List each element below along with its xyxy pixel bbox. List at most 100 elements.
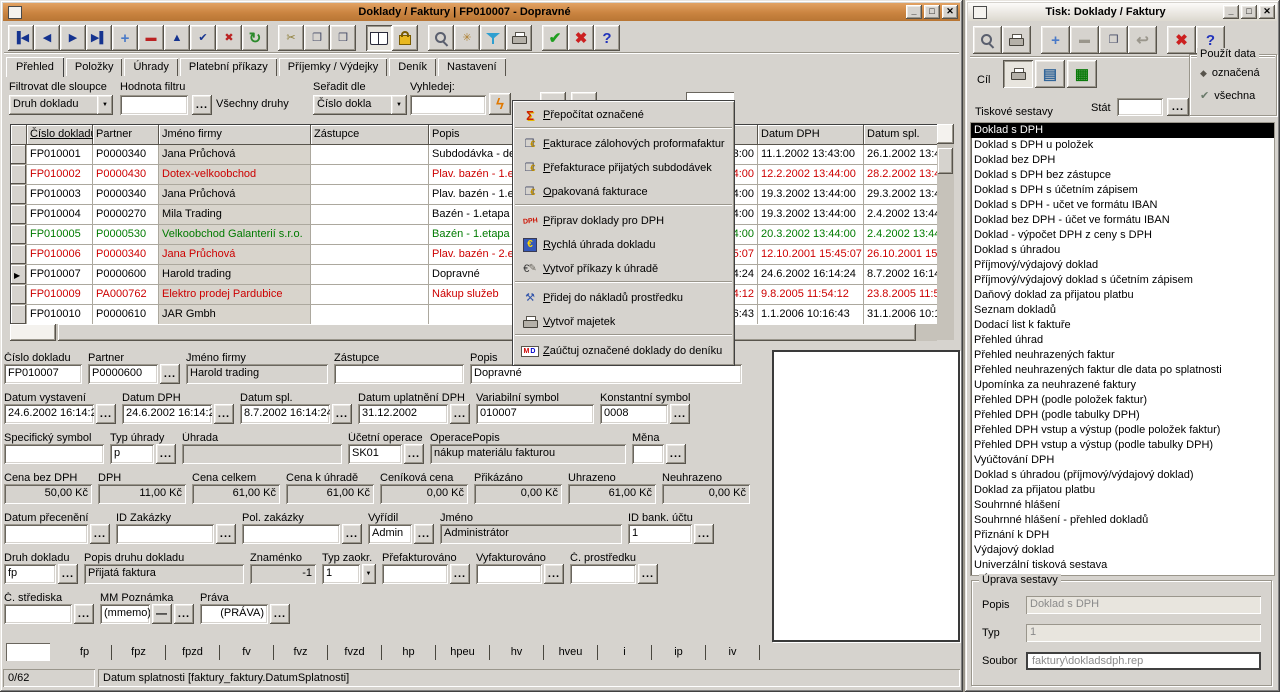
copy-button[interactable]: ❐: [304, 25, 330, 51]
paste-report-button[interactable]: ❒: [1099, 26, 1128, 54]
type-tab[interactable]: fvzd: [328, 645, 382, 660]
field-value[interactable]: 31.12.2002: [358, 404, 448, 424]
field-value[interactable]: p: [110, 444, 154, 464]
field-value[interactable]: [382, 564, 448, 584]
ellipsis-button[interactable]: ...: [332, 404, 352, 424]
table-row[interactable]: FP010010 P0000610 JAR Gmbh 1.1.2006 10:1…: [11, 305, 938, 325]
type-tab[interactable]: hp: [382, 645, 436, 660]
field-value[interactable]: FP010007: [4, 364, 82, 384]
field-value[interactable]: 010007: [476, 404, 594, 424]
field-value[interactable]: 1: [628, 524, 692, 544]
field-value[interactable]: [116, 524, 214, 544]
print-button[interactable]: [506, 25, 532, 51]
table-row[interactable]: FP010004 P0000270 Mila Trading Bazén - 1…: [11, 205, 938, 225]
horizontal-scroll-thumb[interactable]: [58, 324, 916, 341]
table-row[interactable]: FP010003 P0000340 Jana Průchová Plav. ba…: [11, 185, 938, 205]
column-header[interactable]: Datum DPH: [758, 125, 864, 145]
target-export-button[interactable]: ▦: [1067, 60, 1097, 88]
first-record-button[interactable]: ▐◀: [8, 25, 34, 51]
report-item[interactable]: Souhrnné hlášení: [971, 498, 1274, 513]
table-row[interactable]: FP010001 P0000340 Jana Průchová Subdodáv…: [11, 145, 938, 165]
ellipsis-button[interactable]: ...: [90, 524, 110, 544]
field-value[interactable]: (PRÁVA): [200, 604, 268, 624]
add-report-button[interactable]: +: [1041, 26, 1070, 54]
field-value[interactable]: 0008: [600, 404, 668, 424]
report-item[interactable]: Přehled DPH (podle položek faktur): [971, 393, 1274, 408]
menu-item[interactable]: ❐ Opakovaná fakturace: [515, 180, 732, 205]
menu-item[interactable]: ⚒ Přidej do nákladů prostředku: [515, 286, 732, 310]
ellipsis-button[interactable]: ...: [216, 524, 236, 544]
tab[interactable]: Platební příkazy: [180, 58, 277, 76]
delete-report-button[interactable]: ▬: [1070, 26, 1099, 54]
ellipsis-button[interactable]: ...: [414, 524, 434, 544]
report-item[interactable]: Daňový doklad za přijatou platbu: [971, 288, 1274, 303]
field-value[interactable]: [334, 364, 464, 384]
ellipsis-button[interactable]: ...: [694, 524, 714, 544]
close-button[interactable]: ✕: [942, 5, 958, 19]
ellipsis-button[interactable]: ...: [174, 604, 194, 624]
horizontal-scrollbar[interactable]: [10, 324, 937, 341]
field-value[interactable]: 24.6.2002 16:14:24: [122, 404, 212, 424]
table-row[interactable]: FP010009 PA000762 Elektro prodej Pardubi…: [11, 285, 938, 305]
field-value[interactable]: [570, 564, 636, 584]
ellipsis-button[interactable]: ...: [450, 564, 470, 584]
report-item[interactable]: Doklad - výpočet DPH z ceny s DPH: [971, 228, 1274, 243]
tab[interactable]: Nastavení: [438, 58, 506, 76]
cancel-record-button[interactable]: ✖: [216, 25, 242, 51]
minimize-button[interactable]: _: [1223, 5, 1239, 19]
ellipsis-button[interactable]: ...: [666, 444, 686, 464]
field-value[interactable]: 24.6.2002 16:14:24: [4, 404, 94, 424]
type-tab[interactable]: fv: [220, 645, 274, 660]
column-header[interactable]: [11, 125, 27, 145]
report-item[interactable]: Přiznání k DPH: [971, 528, 1274, 543]
column-header[interactable]: Jméno firmy: [159, 125, 311, 145]
report-item[interactable]: Upomínka za neuhrazené faktury: [971, 378, 1274, 393]
search-input[interactable]: [410, 95, 486, 115]
menu-item[interactable]: ❐ Přefakturace přijatých subdodávek: [515, 156, 732, 180]
settings-button[interactable]: ✳: [454, 25, 480, 51]
refresh-button[interactable]: ↻: [242, 25, 268, 51]
report-item[interactable]: Seznam dokladů: [971, 303, 1274, 318]
main-titlebar[interactable]: Doklady / Faktury | FP010007 - Dopravné …: [3, 3, 960, 21]
use-data-marked-option[interactable]: ◆ označená: [1200, 67, 1260, 79]
use-data-all-option[interactable]: ✔ všechna: [1200, 89, 1255, 102]
filter-button[interactable]: [480, 25, 506, 51]
prev-record-button[interactable]: ◀: [34, 25, 60, 51]
report-item[interactable]: Přehled DPH vstup a výstup (podle tabulk…: [971, 438, 1274, 453]
state-ellipsis-button[interactable]: ...: [1167, 98, 1189, 116]
close-button[interactable]: ✕: [1259, 5, 1275, 19]
paste-button[interactable]: ❒: [330, 25, 356, 51]
table-row[interactable]: FP010005 P0000530 Velkoobchod Galanterií…: [11, 225, 938, 245]
column-header[interactable]: Zástupce: [311, 125, 429, 145]
maximize-button[interactable]: □: [924, 5, 940, 19]
type-tab[interactable]: i: [598, 645, 652, 660]
type-tab[interactable]: hv: [490, 645, 544, 660]
ellipsis-button[interactable]: ...: [156, 444, 176, 464]
report-item[interactable]: Doklad s DPH s účetním zápisem: [971, 183, 1274, 198]
tab[interactable]: Přehled: [6, 57, 64, 77]
table-row[interactable]: FP010006 P0000340 Jana Průchová Plav. ba…: [11, 245, 938, 265]
edit-record-button[interactable]: ▲: [164, 25, 190, 51]
field-value[interactable]: [4, 524, 88, 544]
column-header[interactable]: Partner: [93, 125, 159, 145]
close-print-button[interactable]: ✖: [1167, 26, 1196, 54]
type-tab[interactable]: hveu: [544, 645, 598, 660]
cut-button[interactable]: ✂: [278, 25, 304, 51]
field-value[interactable]: SK01: [348, 444, 402, 464]
help-button[interactable]: ?: [594, 25, 620, 51]
ellipsis-button[interactable]: ...: [670, 404, 690, 424]
report-item[interactable]: Vyúčtování DPH: [971, 453, 1274, 468]
delete-record-button[interactable]: ▬: [138, 25, 164, 51]
maximize-button[interactable]: □: [1241, 5, 1257, 19]
filter-value-input[interactable]: [120, 95, 188, 115]
menu-item[interactable]: Σ Přepočítat označené: [515, 103, 732, 128]
catalog-button[interactable]: [366, 25, 392, 51]
menu-item[interactable]: € Vytvoř příkazy k úhradě: [515, 257, 732, 282]
report-item[interactable]: Doklad bez DPH: [971, 153, 1274, 168]
report-item[interactable]: Dodací list k faktuře: [971, 318, 1274, 333]
report-item[interactable]: Doklad za přijatou platbu: [971, 483, 1274, 498]
filter-column-select[interactable]: Druh dokladu ▼: [9, 95, 113, 115]
field-value[interactable]: [476, 564, 542, 584]
report-item[interactable]: Univerzální tisková sestava: [971, 558, 1274, 573]
ellipsis-button[interactable]: ...: [96, 404, 116, 424]
